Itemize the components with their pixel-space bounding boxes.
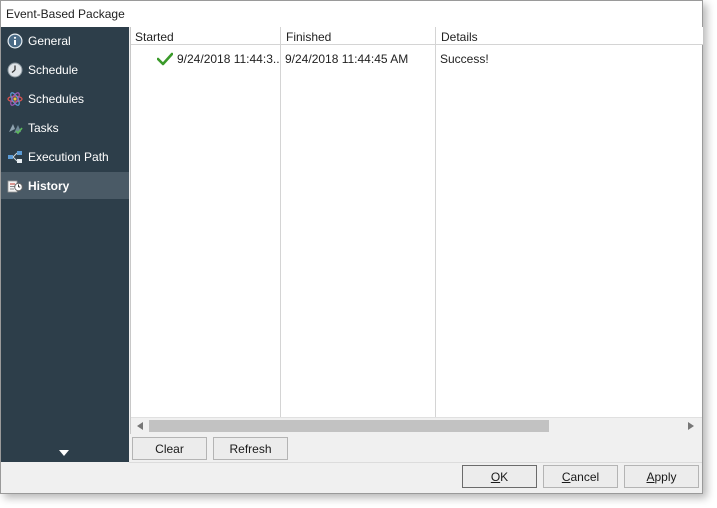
- sidebar-item-history[interactable]: History: [1, 172, 129, 199]
- sidebar: General Schedule Schedules Tasks Executi…: [1, 27, 129, 462]
- apply-button[interactable]: Apply: [624, 465, 699, 488]
- footer-divider: [129, 462, 702, 463]
- scrollbar-thumb[interactable]: [149, 420, 549, 432]
- clear-button[interactable]: Clear: [132, 437, 207, 460]
- clock-icon: [6, 61, 24, 79]
- sidebar-item-label: General: [28, 33, 71, 48]
- ok-button[interactable]: OK: [462, 465, 537, 488]
- scroll-left-arrow-icon[interactable]: [135, 421, 145, 431]
- cell-started: 9/24/2018 11:44:3...: [177, 52, 280, 66]
- chevron-down-icon: [59, 445, 69, 459]
- sidebar-item-general[interactable]: General: [1, 27, 129, 54]
- refresh-button[interactable]: Refresh: [213, 437, 288, 460]
- success-check-icon: [156, 52, 174, 69]
- sidebar-item-label: Execution Path: [28, 149, 109, 164]
- info-icon: [6, 32, 24, 50]
- column-header-finished[interactable]: Finished: [286, 30, 331, 44]
- tasks-icon: [6, 119, 24, 137]
- column-header-started[interactable]: Started: [135, 30, 174, 44]
- sidebar-item-label: Schedules: [28, 91, 85, 106]
- sidebar-item-label: Schedule: [28, 62, 79, 77]
- table-row[interactable]: 9/24/2018 11:44:3... 9/24/2018 11:44:45 …: [131, 49, 703, 69]
- sidebar-expand-button[interactable]: [57, 447, 71, 457]
- history-icon: [6, 177, 24, 195]
- window-title: Event-Based Package: [1, 1, 702, 27]
- sidebar-item-label: Tasks: [28, 120, 59, 135]
- column-header-details[interactable]: Details: [441, 30, 478, 44]
- sidebar-item-label: History: [28, 178, 70, 193]
- history-grid: Started Finished Details 9/24/2018 11:44…: [130, 27, 703, 434]
- sidebar-item-schedule[interactable]: Schedule: [1, 56, 129, 83]
- cell-details: Success!: [440, 52, 489, 66]
- horizontal-scrollbar[interactable]: [131, 417, 702, 434]
- column-divider[interactable]: [435, 27, 436, 417]
- column-divider[interactable]: [280, 27, 281, 417]
- atom-icon: [6, 90, 24, 108]
- sidebar-item-schedules[interactable]: Schedules: [1, 85, 129, 112]
- sidebar-item-execution-path[interactable]: Execution Path: [1, 143, 129, 170]
- cell-finished: 9/24/2018 11:44:45 AM: [285, 52, 409, 66]
- sidebar-item-tasks[interactable]: Tasks: [1, 114, 129, 141]
- cancel-button[interactable]: Cancel: [543, 465, 618, 488]
- grid-header: Started Finished Details: [131, 27, 703, 45]
- scroll-right-arrow-icon[interactable]: [686, 421, 696, 431]
- dialog-window: Event-Based Package General Schedule Sch…: [0, 0, 703, 494]
- execution-path-icon: [6, 148, 24, 166]
